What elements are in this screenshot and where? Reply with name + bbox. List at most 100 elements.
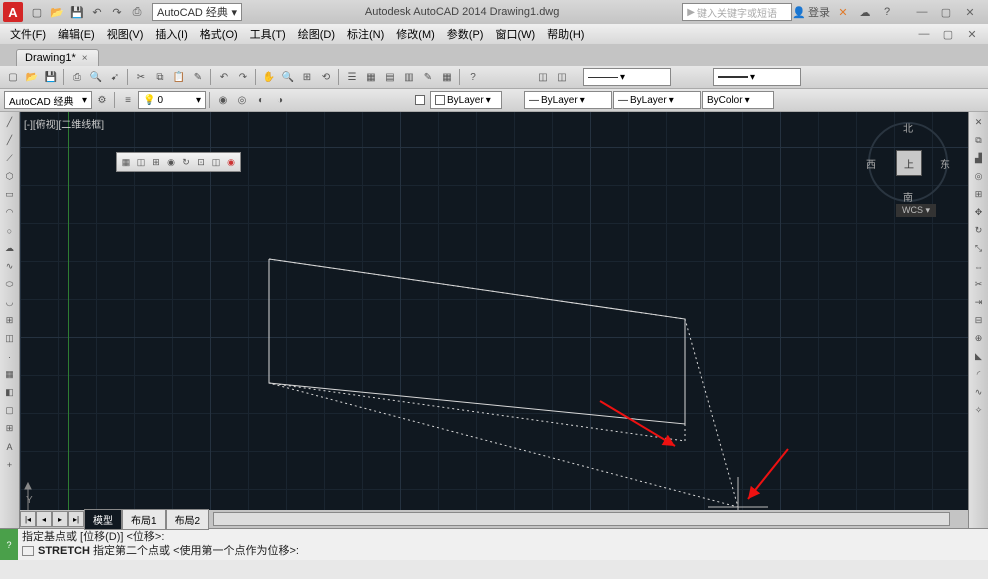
spline-tool[interactable]: ∿ xyxy=(1,258,19,275)
doc-minimize-button[interactable]: — xyxy=(912,24,936,44)
mirror-tool[interactable]: ▟ xyxy=(970,150,988,167)
color-combo[interactable]: ByLayer▾ xyxy=(430,91,502,109)
trim-tool[interactable]: ✂ xyxy=(970,276,988,293)
wcs-label[interactable]: WCS ▾ xyxy=(896,204,936,217)
tab-layout2[interactable]: 布局2 xyxy=(166,509,210,530)
table-tool[interactable]: ⊞ xyxy=(1,420,19,437)
save-btn[interactable]: 💾 xyxy=(42,68,60,86)
menu-file[interactable]: 文件(F) xyxy=(4,24,52,44)
menu-view[interactable]: 视图(V) xyxy=(101,24,150,44)
h-scrollbar[interactable] xyxy=(213,512,950,526)
rotate-tool[interactable]: ↻ xyxy=(970,222,988,239)
doc-maximize-button[interactable]: ▢ xyxy=(936,24,960,44)
ws-settings-btn[interactable]: ⚙ xyxy=(93,91,111,109)
gradient-tool[interactable]: ◧ xyxy=(1,384,19,401)
menu-window[interactable]: 窗口(W) xyxy=(489,24,541,44)
fv-1[interactable]: ▦ xyxy=(119,155,133,169)
menu-format[interactable]: 格式(O) xyxy=(194,24,244,44)
fv-8[interactable]: ◉ xyxy=(224,155,238,169)
command-window[interactable]: ? 指定基点或 [位移(D)] <位移>: STRETCH 指定第二个点或 <使… xyxy=(0,528,988,560)
array-tool[interactable]: ⊞ xyxy=(970,186,988,203)
maximize-button[interactable]: ▢ xyxy=(934,2,958,22)
rectangle-tool[interactable]: ▭ xyxy=(1,186,19,203)
preview-btn[interactable]: 🔍 xyxy=(87,68,105,86)
layertool3-btn[interactable]: ◐ xyxy=(252,91,270,109)
help-btn[interactable]: ? xyxy=(464,68,482,86)
zoom-prev-btn[interactable]: ⟲ xyxy=(317,68,335,86)
zoom-btn[interactable]: 🔍 xyxy=(279,68,297,86)
fv-7[interactable]: ◫ xyxy=(209,155,223,169)
tab-model[interactable]: 模型 xyxy=(84,509,122,530)
menu-edit[interactable]: 编辑(E) xyxy=(52,24,101,44)
undo-btn[interactable]: ↶ xyxy=(215,68,233,86)
print-btn[interactable]: ⎙ xyxy=(68,68,86,86)
fv-3[interactable]: ⊞ xyxy=(149,155,163,169)
user-login[interactable]: 👤登录 xyxy=(792,4,830,20)
polygon-tool[interactable]: ⬡ xyxy=(1,168,19,185)
properties-btn[interactable]: ☰ xyxy=(343,68,361,86)
paste-btn[interactable]: 📋 xyxy=(170,68,188,86)
revcloud-tool[interactable]: ☁ xyxy=(1,240,19,257)
floating-view-toolbar[interactable]: ▦ ◫ ⊞ ◉ ↻ ⊡ ◫ ◉ xyxy=(116,152,241,172)
ellipsearc-tool[interactable]: ◡ xyxy=(1,294,19,311)
doc-close-button[interactable]: ✕ xyxy=(960,24,984,44)
insert-tool[interactable]: ⊞ xyxy=(1,312,19,329)
scale-tool[interactable]: ⤡ xyxy=(970,240,988,257)
print-icon[interactable]: ⎙ xyxy=(128,3,146,21)
fv-5[interactable]: ↻ xyxy=(179,155,193,169)
stretch-tool[interactable]: ⇔ xyxy=(970,258,988,275)
linetype2-combo[interactable]: — ByLayer▾ xyxy=(524,91,612,109)
redo-icon[interactable]: ↷ xyxy=(108,3,126,21)
menu-insert[interactable]: 插入(I) xyxy=(149,24,193,44)
save-icon[interactable]: 💾 xyxy=(68,3,86,21)
menu-tools[interactable]: 工具(T) xyxy=(244,24,292,44)
open-btn[interactable]: 📂 xyxy=(23,68,41,86)
menu-draw[interactable]: 绘图(D) xyxy=(292,24,341,44)
pan-btn[interactable]: ✋ xyxy=(260,68,278,86)
circle-tool[interactable]: ○ xyxy=(1,222,19,239)
viewcube[interactable]: 上 北 南 东 西 xyxy=(868,122,948,202)
addsel-tool[interactable]: + xyxy=(1,456,19,473)
menu-dimension[interactable]: 标注(N) xyxy=(341,24,390,44)
mtext-tool[interactable]: A xyxy=(1,438,19,455)
fv-2[interactable]: ◫ xyxy=(134,155,148,169)
layertool1-btn[interactable]: ◉ xyxy=(214,91,232,109)
redo-btn[interactable]: ↷ xyxy=(234,68,252,86)
tool-palette-btn[interactable]: ▤ xyxy=(381,68,399,86)
join-tool[interactable]: ⊕ xyxy=(970,330,988,347)
polyline-tool[interactable]: ⟋ xyxy=(1,150,19,167)
fillet-tool[interactable]: ◜ xyxy=(970,366,988,383)
explode-tool[interactable]: ✧ xyxy=(970,402,988,419)
search-input[interactable]: ▶键入关键字或短语 xyxy=(682,3,792,21)
workspace-combo[interactable]: AutoCAD 经典▾ xyxy=(4,91,92,109)
tab-next[interactable]: ▸ xyxy=(52,511,68,527)
qcalc-btn[interactable]: ▦ xyxy=(438,68,456,86)
tab-prev[interactable]: ◂ xyxy=(36,511,52,527)
markup-btn[interactable]: ✎ xyxy=(419,68,437,86)
match-btn[interactable]: ✎ xyxy=(189,68,207,86)
lineweight2-combo[interactable]: — ByLayer▾ xyxy=(613,91,701,109)
move-tool[interactable]: ✥ xyxy=(970,204,988,221)
fv-4[interactable]: ◉ xyxy=(164,155,178,169)
copy-tool[interactable]: ⧉ xyxy=(970,132,988,149)
cut-btn[interactable]: ✂ xyxy=(132,68,150,86)
tab-layout1[interactable]: 布局1 xyxy=(122,509,166,530)
lineweight-combo[interactable]: ▾ xyxy=(713,68,801,86)
layer-combo[interactable]: 💡0▾ xyxy=(138,91,206,109)
menu-params[interactable]: 参数(P) xyxy=(441,24,490,44)
copy-btn[interactable]: ⧉ xyxy=(151,68,169,86)
block-btn[interactable]: ◫ xyxy=(534,68,552,86)
zoom-window-btn[interactable]: ⊞ xyxy=(298,68,316,86)
offset-tool[interactable]: ◎ xyxy=(970,168,988,185)
block-tool[interactable]: ◫ xyxy=(1,330,19,347)
sheetset-btn[interactable]: ▥ xyxy=(400,68,418,86)
color-btn[interactable] xyxy=(411,91,429,109)
erase-tool[interactable]: ✕ xyxy=(970,114,988,131)
point-tool[interactable]: · xyxy=(1,348,19,365)
hatch-tool[interactable]: ▦ xyxy=(1,366,19,383)
help-icon[interactable]: ? xyxy=(878,3,896,21)
xline-tool[interactable]: ╱ xyxy=(1,132,19,149)
app-logo[interactable]: A xyxy=(3,2,23,22)
blend-tool[interactable]: ∿ xyxy=(970,384,988,401)
drawing-canvas[interactable]: [-][俯视][二维线框] ▦ ◫ ⊞ ◉ ↻ ⊡ ◫ ◉ xyxy=(20,112,968,528)
